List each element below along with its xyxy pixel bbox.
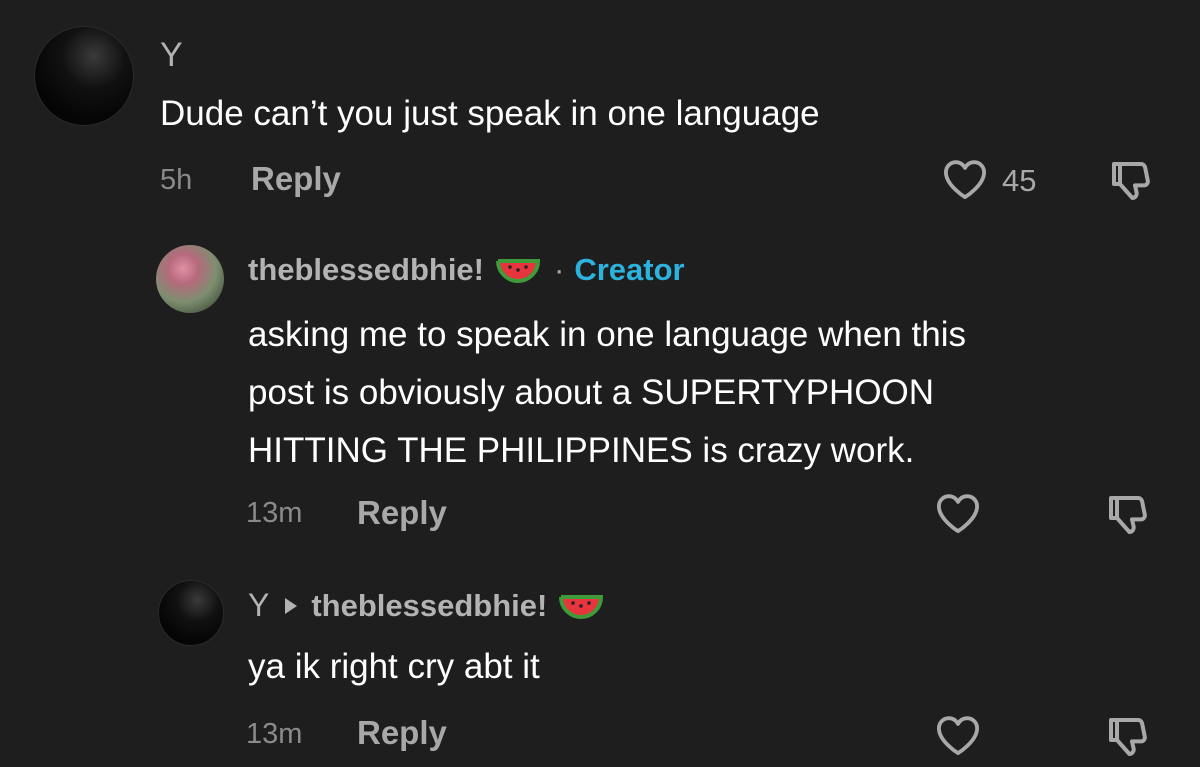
comment-timestamp: 13m: [246, 718, 303, 750]
thumbs-down-outline-icon[interactable]: [1106, 156, 1154, 204]
creator-badge: Creator: [574, 252, 685, 287]
reply-button[interactable]: Reply: [357, 714, 447, 752]
comment-text: asking me to speak in one language when …: [248, 315, 966, 470]
comment-timestamp: 5h: [160, 164, 193, 196]
commenter-avatar[interactable]: [34, 26, 134, 126]
watermelon-emoji: [496, 259, 540, 283]
heart-outline-icon[interactable]: [942, 158, 988, 200]
thumbs-down-outline-icon[interactable]: [1103, 712, 1151, 760]
thumbs-down-outline-icon[interactable]: [1103, 490, 1151, 538]
reply-button[interactable]: Reply: [251, 160, 341, 198]
reply-to-username[interactable]: theblessedbhie!: [311, 588, 547, 624]
watermelon-emoji: [559, 594, 604, 619]
creator-avatar[interactable]: [156, 245, 224, 313]
reply-button[interactable]: Reply: [357, 494, 447, 532]
play-arrow-icon: [285, 597, 298, 614]
comment-username[interactable]: Y: [160, 36, 183, 75]
comment-timestamp: 13m: [246, 497, 303, 529]
commenter-avatar[interactable]: [158, 580, 224, 646]
like-count: 45: [1002, 163, 1037, 198]
comment-username[interactable]: Y theblessedbhie!: [248, 587, 604, 624]
comment-text: ya ik right cry abt it: [248, 647, 540, 686]
heart-outline-icon[interactable]: [935, 714, 981, 756]
comment-username[interactable]: theblessedbhie! · Creator: [248, 252, 685, 288]
comment-text: Dude can’t you just speak in one languag…: [160, 94, 820, 133]
heart-outline-icon[interactable]: [935, 492, 981, 534]
